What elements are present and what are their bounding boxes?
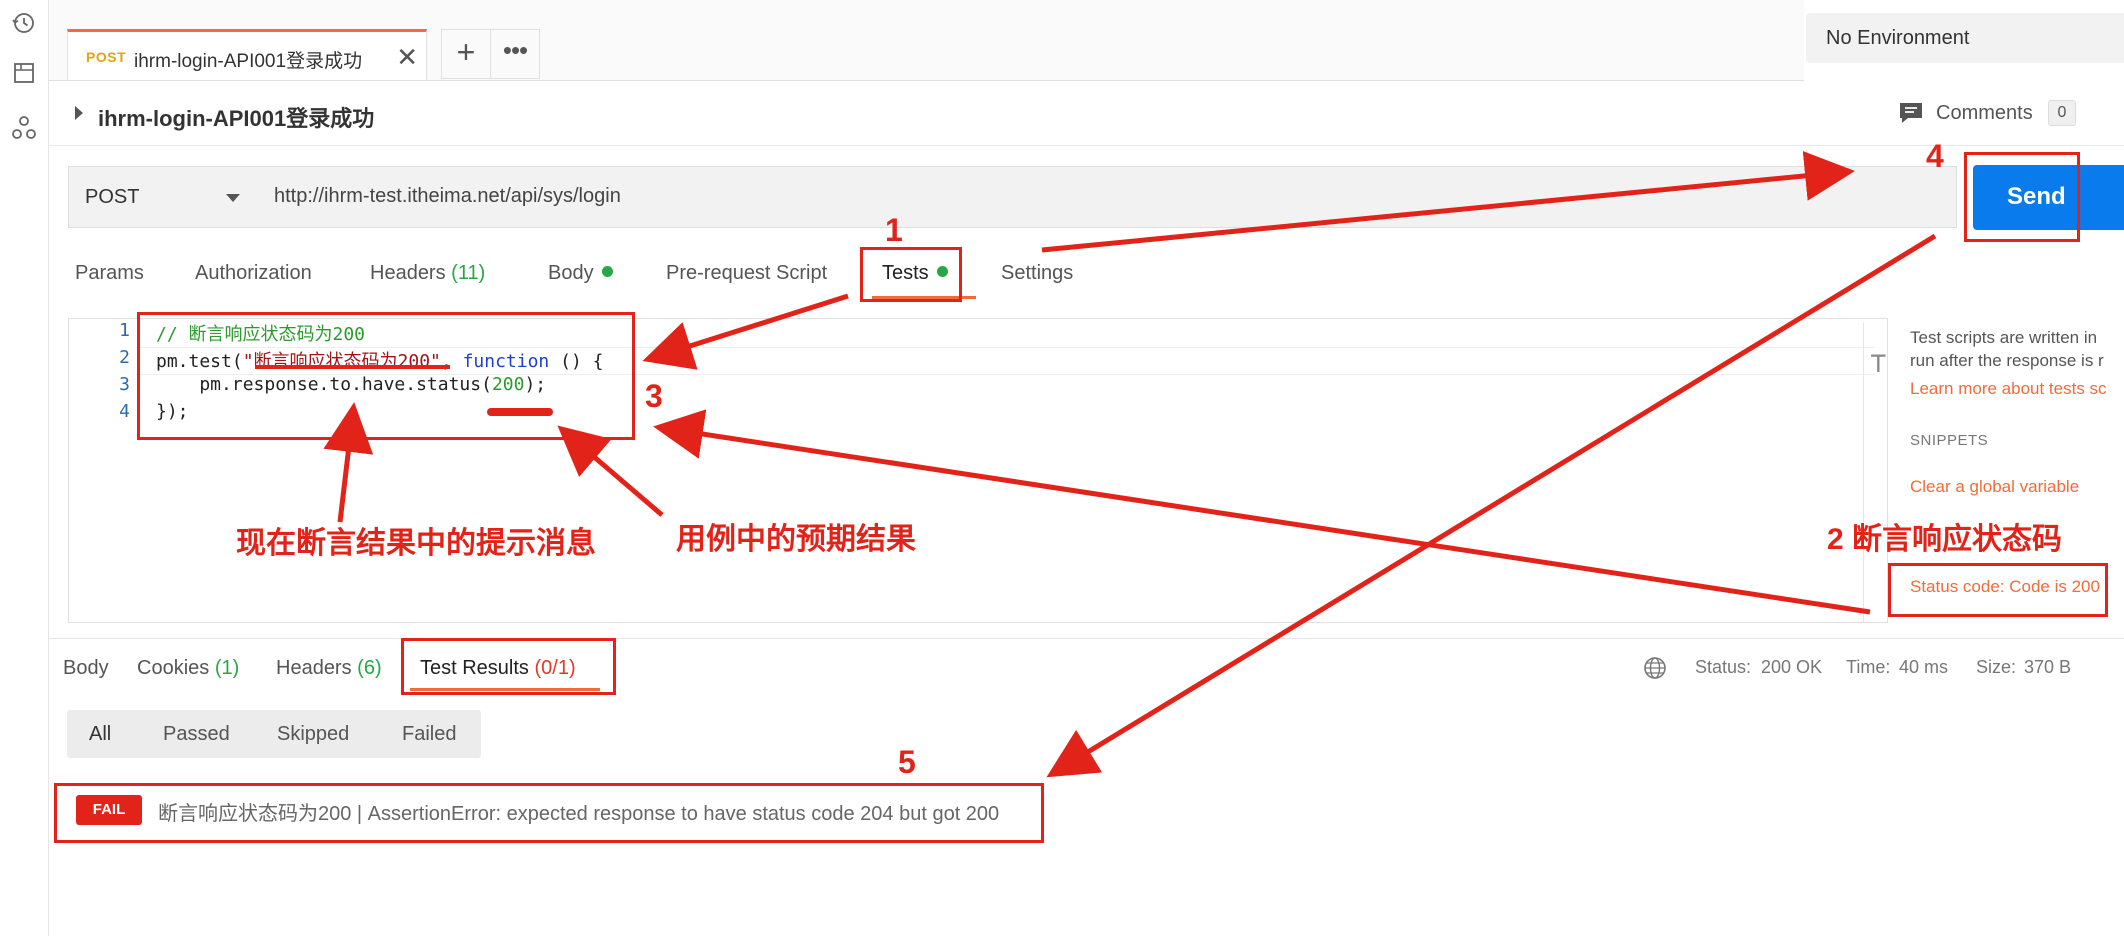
filter-passed[interactable]: Passed [163, 723, 230, 746]
tab-body-label: Body [548, 262, 594, 284]
status-label: Status: [1695, 657, 1752, 677]
url-input[interactable]: http://ihrm-test.itheima.net/api/sys/log… [257, 166, 1957, 228]
history-icon[interactable] [11, 10, 37, 36]
tab-body[interactable]: Body [548, 262, 613, 285]
annotation-underline [487, 408, 553, 416]
tab-settings[interactable]: Settings [1001, 262, 1073, 285]
environment-label: No Environment [1826, 27, 1970, 49]
tab-headers-count: (11) [451, 262, 486, 284]
snippet-clear-global-variable[interactable]: Clear a global variable [1910, 477, 2079, 497]
test-results-filter: All Passed Skipped Failed [67, 710, 481, 758]
caret-right-icon[interactable] [75, 106, 83, 120]
help-text: run after the response is r [1910, 351, 2104, 370]
collections-icon[interactable] [11, 60, 37, 86]
response-tab-headers[interactable]: Headers (6) [276, 657, 382, 680]
request-name: ihrm-login-API001登录成功 [98, 106, 375, 131]
environment-selector[interactable]: No Environment [1806, 13, 2124, 63]
status-dot-icon [601, 266, 613, 277]
status-value: 200 OK [1761, 657, 1823, 677]
text-cursor-icon: ⊤ [1870, 346, 1887, 379]
method-value: POST [85, 186, 140, 208]
learn-more-link[interactable]: Learn more about tests sc [1910, 379, 2107, 399]
response-tab-body[interactable]: Body [63, 657, 109, 680]
size-value: 370 B [2024, 657, 2072, 677]
annotation-box-test-results [401, 638, 616, 695]
line-number: 2 [119, 347, 130, 368]
divider [49, 638, 2124, 639]
snippets-title: SNIPPETS [1910, 432, 1989, 449]
line-number: 4 [119, 401, 130, 422]
comment-icon[interactable] [1898, 100, 1924, 126]
divider [49, 145, 2124, 146]
annotation-number-5: 5 [898, 744, 916, 780]
tab-title: ihrm-login-API001登录成功 [134, 51, 363, 72]
annotation-number-3: 3 [645, 378, 663, 414]
response-tab-cookies-label: Cookies [137, 657, 210, 679]
size-label: Size: [1976, 657, 2017, 677]
tab-headers[interactable]: Headers (11) [370, 262, 485, 285]
line-number: 1 [119, 320, 130, 341]
request-tab[interactable]: POST ihrm-login-API001登录成功 ✕ [67, 29, 427, 80]
annotation-hint-expected: 用例中的预期结果 [676, 523, 916, 556]
comments-count-badge: 0 [2048, 100, 2076, 126]
response-tab-headers-count: (6) [357, 657, 382, 679]
annotation-number-4: 4 [1926, 138, 1944, 174]
annotation-box-fail-result [54, 783, 1044, 843]
tab-authorization[interactable]: Authorization [195, 262, 312, 285]
tab-params[interactable]: Params [75, 262, 144, 285]
globe-icon[interactable] [1642, 655, 1668, 681]
method-select[interactable]: POST [68, 166, 258, 228]
response-tab-cookies-count: (1) [214, 657, 240, 679]
annotation-box-send [1964, 152, 2080, 242]
new-tab-button[interactable]: + [441, 29, 491, 79]
annotation-status-code-label: 2 断言响应状态码 [1827, 523, 2063, 556]
annotation-hint-message: 现在断言结果中的提示消息 [236, 527, 596, 560]
time-value: 40 ms [1899, 657, 1949, 677]
close-icon[interactable]: ✕ [396, 42, 418, 73]
annotation-box-script [137, 312, 635, 440]
help-text: Test scripts are written in [1910, 328, 2098, 347]
left-rail [0, 0, 49, 936]
tab-method-label: POST [86, 49, 127, 65]
filter-failed[interactable]: Failed [402, 723, 456, 746]
time-label: Time: [1846, 657, 1891, 677]
url-value: http://ihrm-test.itheima.net/api/sys/log… [274, 185, 621, 207]
annotation-box-snippet [1888, 563, 2108, 617]
filter-all[interactable]: All [89, 723, 111, 746]
more-tabs-button[interactable]: ••• [490, 29, 540, 79]
tab-pre-request-script[interactable]: Pre-request Script [666, 262, 827, 285]
chevron-down-icon [226, 194, 240, 202]
comments-button[interactable]: Comments [1936, 102, 2033, 125]
annotation-box-tests-tab [860, 247, 962, 302]
tab-headers-label: Headers [370, 262, 446, 284]
filter-skipped[interactable]: Skipped [277, 723, 349, 746]
annotation-underline [255, 365, 450, 369]
response-tab-headers-label: Headers [276, 657, 352, 679]
apis-icon[interactable] [11, 115, 37, 141]
response-tab-cookies[interactable]: Cookies (1) [137, 657, 239, 680]
line-number: 3 [119, 374, 130, 395]
annotation-number-1: 1 [885, 212, 903, 248]
